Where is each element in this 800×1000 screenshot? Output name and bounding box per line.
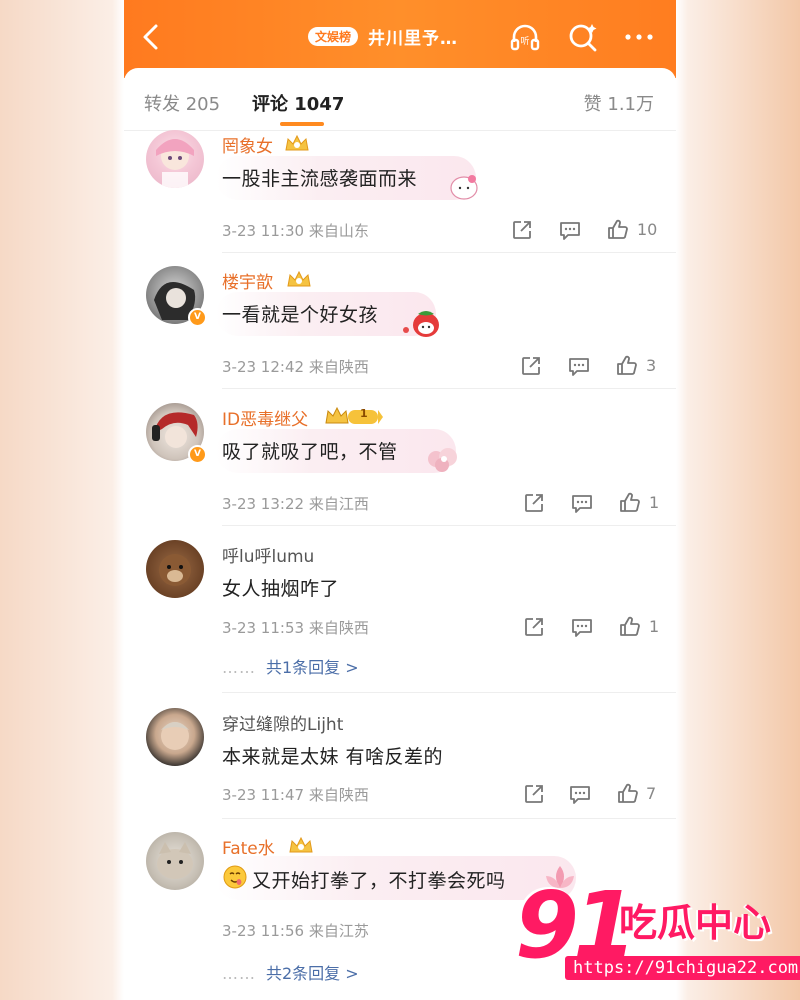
back-arrow-icon[interactable] — [136, 20, 166, 54]
comment-divider — [222, 388, 676, 389]
comment-divider — [222, 818, 676, 819]
vip-crown-icon — [289, 836, 313, 853]
comment-text: 一股非主流感袭面而来 — [222, 168, 418, 190]
reply-count-label: 共1条回复 > — [266, 658, 359, 677]
share-icon[interactable] — [522, 491, 546, 515]
comment-text: 吸了就吸了吧，不管 — [222, 441, 398, 463]
title-area[interactable]: 文娱榜 井川里予… — [308, 24, 458, 49]
comment-time: 3-23 12:42 — [222, 358, 305, 376]
vip-crown-icon — [285, 134, 309, 151]
tab-reposts[interactable]: 转发 205 — [144, 90, 220, 116]
share-icon[interactable] — [519, 354, 543, 378]
reply-comment-icon[interactable] — [568, 782, 592, 806]
vip-level-badge-icon — [325, 406, 383, 424]
comment-location: 来自江西 — [308, 495, 369, 513]
like-thumb-icon[interactable] — [616, 782, 640, 806]
comment-time: 3-23 13:22 — [222, 495, 305, 513]
comment-meta: 3-23 11:56 来自江苏 — [222, 920, 369, 941]
avatar[interactable] — [146, 708, 204, 766]
verified-badge-icon: V — [188, 308, 207, 327]
flower-sticker-icon — [428, 448, 457, 472]
comment-location: 来自陕西 — [308, 358, 369, 376]
comment-meta: 3-23 11:53 来自陕西 — [222, 617, 369, 638]
like-count: 7 — [646, 784, 657, 803]
topic-title: 井川里予… — [368, 29, 459, 49]
share-icon[interactable] — [510, 218, 534, 242]
comment-divider — [222, 252, 676, 253]
comment-text: 又开始打拳了，不打拳会死吗 — [252, 870, 506, 892]
site-watermark: 91 吃瓜中心 https://91chigua22.com — [515, 872, 800, 988]
reply-dots: …… — [222, 658, 256, 677]
avatar[interactable] — [146, 130, 204, 188]
username[interactable]: 楼宇歆 — [222, 268, 273, 293]
view-replies-link[interactable]: …… 共1条回复 > — [222, 654, 359, 678]
comment-location: 来自陕西 — [308, 786, 369, 804]
comment-meta: 3-23 12:42 来自陕西 — [222, 356, 369, 377]
reply-count-label: 共2条回复 > — [266, 964, 359, 983]
comment-time: 3-23 11:56 — [222, 922, 305, 940]
tabs-bar: 转发 205 评论 1047 赞 1.1万 — [124, 68, 676, 131]
strawberry-sticker-icon — [403, 311, 439, 337]
like-thumb-icon[interactable] — [618, 491, 642, 515]
like-thumb-icon[interactable] — [615, 354, 639, 378]
top-bar: 文娱榜 井川里予… 听 — [124, 0, 676, 78]
comment-time: 3-23 11:30 — [222, 222, 305, 240]
search-icon[interactable] — [566, 20, 600, 54]
hello-kitty-sticker-icon — [450, 175, 478, 200]
comment-meta: 3-23 11:30 来自山东 — [222, 220, 369, 241]
comment-divider — [222, 692, 676, 693]
share-icon[interactable] — [522, 782, 546, 806]
like-thumb-icon[interactable] — [618, 615, 642, 639]
comment-location: 来自陕西 — [308, 619, 369, 637]
like-thumb-icon[interactable] — [606, 218, 630, 242]
verified-badge-icon: V — [188, 445, 207, 464]
avatar[interactable] — [146, 832, 204, 890]
vip-crown-icon — [287, 270, 311, 287]
reply-comment-icon[interactable] — [570, 491, 594, 515]
avatar[interactable] — [146, 540, 204, 598]
username[interactable]: 呼lu呼lumu — [222, 542, 314, 567]
username[interactable]: 罔象女 — [222, 132, 273, 157]
trending-badge: 文娱榜 — [308, 27, 359, 46]
watermark-name: 吃瓜中心 — [619, 901, 772, 945]
reply-dots: …… — [222, 964, 256, 983]
share-icon[interactable] — [522, 615, 546, 639]
like-count: 3 — [646, 356, 657, 375]
like-count: 1 — [649, 617, 660, 636]
comment-time: 3-23 11:53 — [222, 619, 305, 637]
vip-level: 1 — [360, 407, 368, 420]
view-replies-link[interactable]: …… 共2条回复 > — [222, 960, 359, 984]
like-count: 1 — [649, 493, 660, 512]
listen-headphones-icon[interactable]: 听 — [508, 20, 542, 54]
comment-location: 来自江苏 — [308, 922, 369, 940]
reply-comment-icon[interactable] — [570, 615, 594, 639]
reply-comment-icon[interactable] — [558, 218, 582, 242]
comment-meta: 3-23 13:22 来自江西 — [222, 493, 369, 514]
comment-time: 3-23 11:47 — [222, 786, 305, 804]
comment-divider — [222, 525, 676, 526]
reply-comment-icon[interactable] — [567, 354, 591, 378]
more-options-icon[interactable] — [622, 20, 656, 54]
comment-text: 一看就是个好女孩 — [222, 304, 379, 326]
tab-likes[interactable]: 赞 1.1万 — [584, 90, 654, 116]
comment-location: 来自山东 — [308, 222, 369, 240]
like-count: 10 — [637, 220, 658, 239]
username[interactable]: 穿过缝隙的Lijht — [222, 710, 343, 735]
comment-text: 女人抽烟咋了 — [222, 578, 340, 600]
username[interactable]: ID恶毒继父 — [222, 405, 308, 430]
svg-text:听: 听 — [520, 36, 529, 47]
comment-text: 本来就是太妹 有啥反差的 — [222, 746, 444, 768]
active-tab-indicator — [280, 122, 324, 126]
yummy-emoji-icon — [223, 865, 247, 889]
comment-meta: 3-23 11:47 来自陕西 — [222, 784, 369, 805]
tab-comments[interactable]: 评论 1047 — [252, 90, 344, 116]
phone-screen: 文娱榜 井川里予… 听 转发 205 评论 1047 赞 1.1万 罔象女 一股… — [124, 0, 676, 1000]
watermark-url: https://91chigua22.com — [565, 956, 800, 980]
